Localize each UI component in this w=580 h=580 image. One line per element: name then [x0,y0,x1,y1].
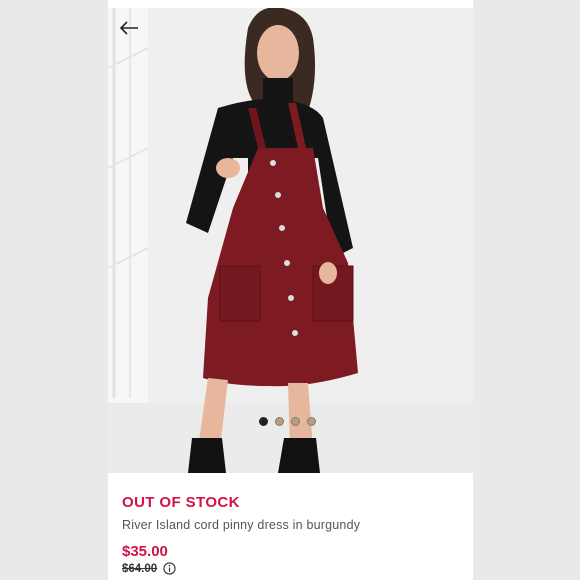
gallery-dot[interactable] [291,416,300,426]
gallery-dot[interactable] [307,416,316,426]
product-info: OUT OF STOCK River Island cord pinny dre… [122,494,462,575]
info-circle-icon[interactable] [163,562,176,575]
back-button[interactable] [118,20,142,38]
gallery-dot[interactable] [259,416,268,426]
gallery-dot[interactable] [275,416,284,426]
product-photo [108,8,473,473]
current-price: $35.00 [122,543,168,560]
gallery-pagination [259,416,316,426]
was-price-row: $64.00 [122,562,462,575]
product-name: River Island cord pinny dress in burgund… [122,518,361,532]
product-image[interactable] [108,8,473,473]
arrow-left-icon [119,21,138,35]
stock-status: OUT OF STOCK [122,494,240,511]
product-card: OUT OF STOCK River Island cord pinny dre… [108,0,473,580]
was-price: $64.00 [122,562,158,575]
